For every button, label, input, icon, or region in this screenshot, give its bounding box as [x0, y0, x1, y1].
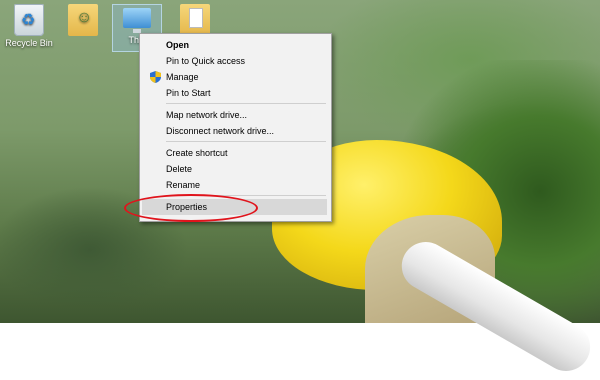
shield-icon: [150, 71, 161, 83]
desktop-icon-user-folder[interactable]: [58, 4, 108, 38]
menu-item-map-network-drive[interactable]: Map network drive...: [142, 107, 327, 123]
context-menu: Open Pin to Quick access Manage Pin to S…: [139, 33, 332, 222]
annotation-ellipse: [124, 194, 258, 222]
document-folder-icon: [180, 4, 210, 36]
desktop-icon-recycle-bin[interactable]: Recycle Bin: [4, 4, 54, 48]
menu-item-manage[interactable]: Manage: [142, 69, 327, 85]
menu-separator: [166, 103, 326, 104]
menu-item-create-shortcut[interactable]: Create shortcut: [142, 145, 327, 161]
desktop-icon-label: Recycle Bin: [5, 38, 53, 48]
menu-item-pin-quick-access[interactable]: Pin to Quick access: [142, 53, 327, 69]
user-folder-icon: [68, 4, 98, 36]
recycle-bin-icon: [14, 4, 44, 36]
menu-item-open[interactable]: Open: [142, 37, 327, 53]
menu-separator: [166, 141, 326, 142]
menu-item-delete[interactable]: Delete: [142, 161, 327, 177]
menu-item-disconnect-network-drive[interactable]: Disconnect network drive...: [142, 123, 327, 139]
menu-item-label: Manage: [166, 72, 199, 82]
menu-item-rename[interactable]: Rename: [142, 177, 327, 193]
computer-icon: [123, 8, 151, 33]
menu-item-pin-start[interactable]: Pin to Start: [142, 85, 327, 101]
